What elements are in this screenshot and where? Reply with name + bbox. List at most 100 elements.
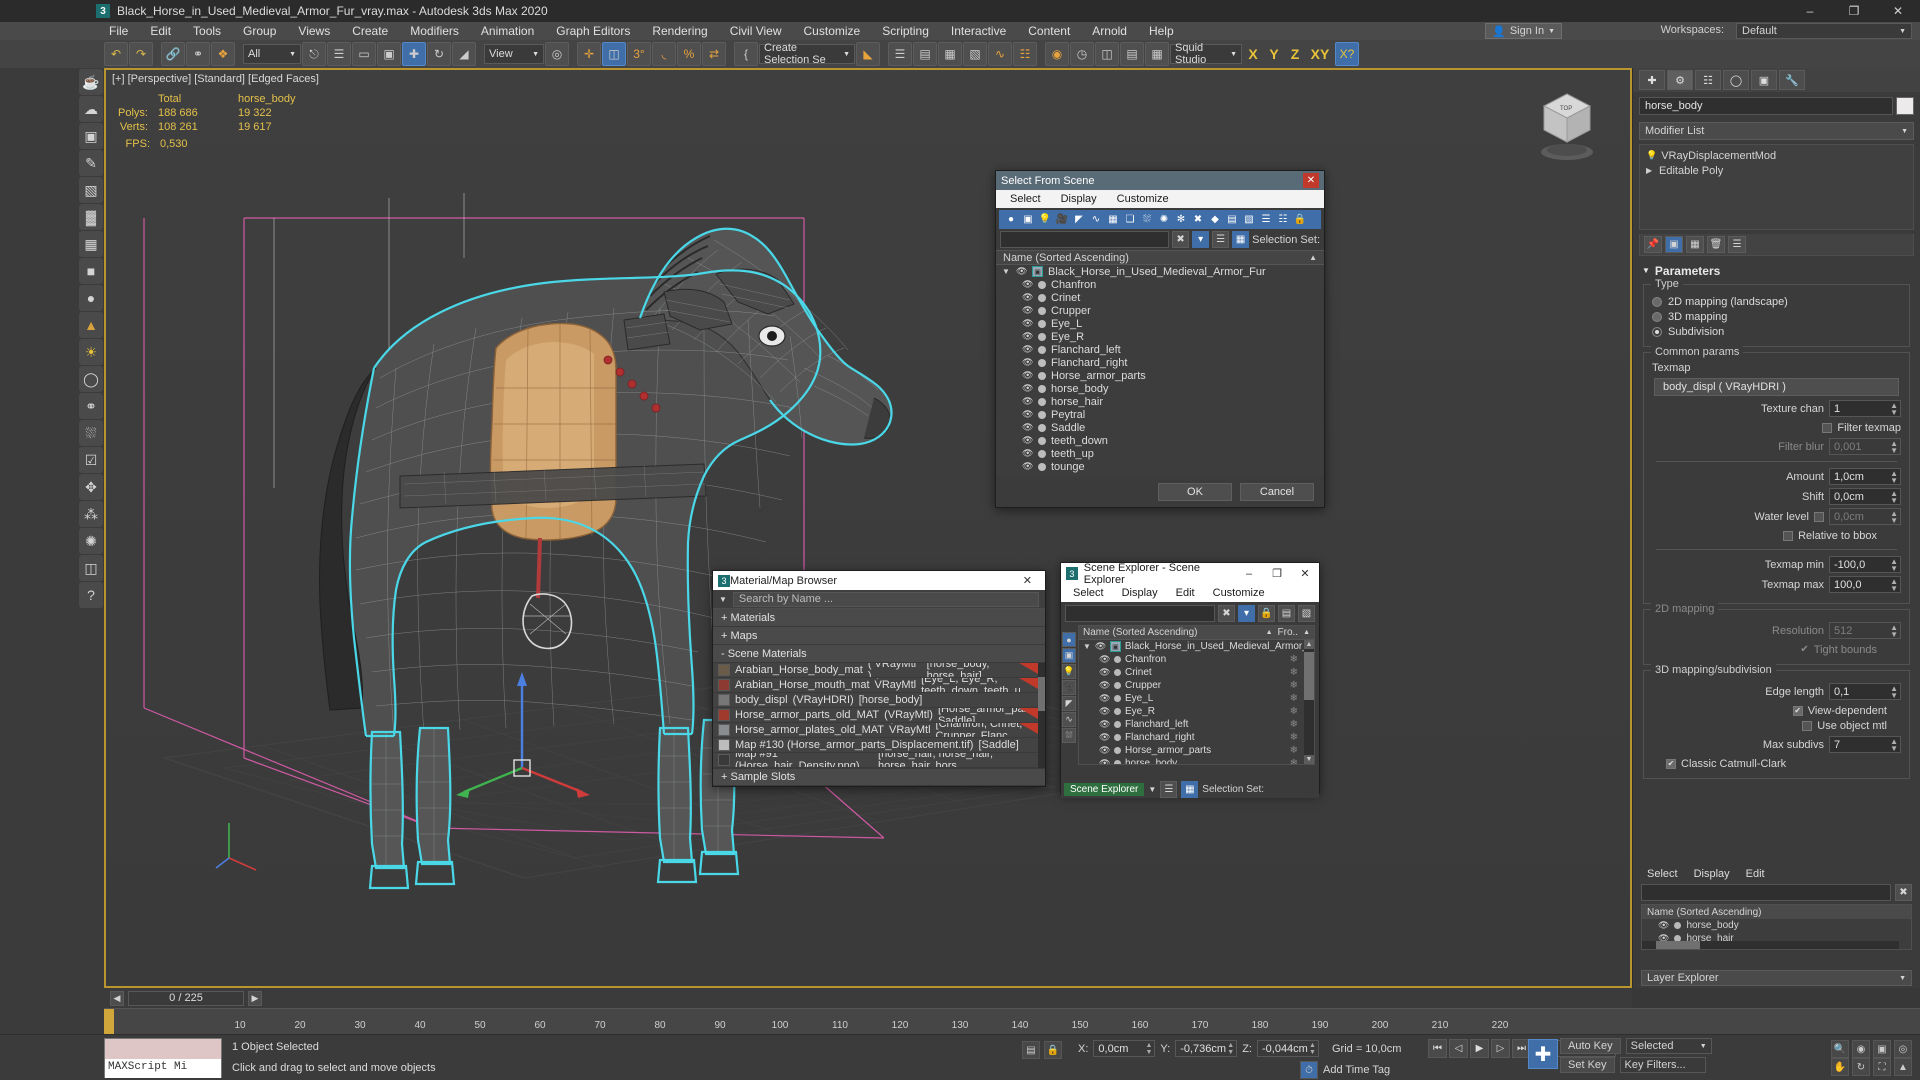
helper-icon[interactable]: ✥ [79,474,103,500]
spacewarps-filter-icon[interactable]: ∿ [1062,712,1076,727]
chevron-down-icon[interactable]: ▼ [719,595,727,604]
spinner-arrows-icon[interactable]: ▲▼ [1309,1042,1316,1056]
snowflake-icon[interactable]: ❄ [1290,667,1298,678]
snaps-toggle-button[interactable]: ◫ [602,42,626,66]
prev-frame-button[interactable]: ◀ [110,990,124,1006]
dialog-search-input[interactable] [1000,231,1170,248]
ribbon-toggle-button[interactable]: ▧ [963,42,987,66]
se-list-header[interactable]: Name (Sorted Ascending) ▲ Fro.. ▲ [1079,626,1314,640]
amount-spinner[interactable]: 1,0cm ▲ ▼ [1829,468,1901,485]
snowflake-icon[interactable]: ❄ [1290,745,1298,756]
help-icon[interactable]: ? [79,582,103,608]
eye-icon[interactable]: 👁 [1022,305,1033,316]
sun-icon[interactable]: ☀ [79,339,103,365]
spinner-snap-toggle-button[interactable]: % [677,42,701,66]
checker-icon[interactable]: ▦ [79,231,103,257]
eye-icon[interactable]: 👁 [1022,318,1033,329]
material-map-browser[interactable]: 3 Material/Map Browser ✕ ▼ Search by Nam… [712,570,1046,787]
link-icon[interactable]: ⚭ [79,393,103,419]
se-tree-row[interactable]: 👁 Eye_R ❄ [1079,705,1314,718]
se-tree-row[interactable]: 👁 Horse_armor_parts ❄ [1079,744,1314,757]
select-and-rotate-button[interactable]: ↻ [427,42,451,66]
chevron-down-icon[interactable]: ▼ [1002,267,1011,276]
axis-constraint-z[interactable]: Z [1285,42,1305,66]
circle-icon[interactable]: ◯ [79,366,103,392]
spinner-arrows-icon[interactable]: ▲▼ [1890,440,1898,455]
layers-icon[interactable]: ◫ [79,555,103,581]
se-status-tag[interactable]: Scene Explorer [1064,782,1145,796]
modifier-stack-item[interactable]: 💡 VRayDisplacementMod [1640,148,1913,163]
cp-explorer-row[interactable]: 👁 horse_body [1642,919,1911,932]
axis-constraint-x[interactable]: X [1243,42,1263,66]
shift-spinner[interactable]: 0,0cm ▲ ▼ [1829,488,1901,505]
material-row[interactable]: Horse_armor_parts_old_MAT (VRayMtl) [Hor… [713,708,1045,723]
eye-icon[interactable]: 👁 [1022,448,1033,459]
particles-filter-icon[interactable]: ✺ [1156,212,1172,227]
cameras-filter-icon[interactable]: 🎥 [1054,212,1070,227]
cp-explorer-header[interactable]: Name (Sorted Ascending) [1642,905,1911,919]
texture-chan-spinner[interactable]: 1 ▲ ▼ [1829,400,1901,417]
curly-brace-icon[interactable]: { [734,42,758,66]
axis-constraint-y[interactable]: Y [1264,42,1284,66]
mmb-group-sample-slots[interactable]: + Sample Slots [713,768,1045,786]
material-row[interactable]: Horse_armor_plates_old_MAT ( VRayMtl ) [… [713,723,1045,738]
spinner-arrows-icon[interactable]: ▲▼ [1227,1042,1234,1056]
spacewarps-filter-icon[interactable]: ∿ [1088,212,1104,227]
tab-utilities[interactable]: 🔧 [1779,70,1805,90]
render-preset-combo[interactable]: Squid Studio ▼ [1170,42,1242,66]
close-icon[interactable]: ✕ [1303,173,1319,188]
cloud-icon[interactable]: ☁ [79,96,103,122]
viewport-label[interactable]: [+] [Perspective] [Standard] [Edged Face… [112,73,319,85]
maximize-button[interactable]: ❐ [1832,0,1876,22]
spinner-arrows-icon[interactable]: ▲▼ [1890,402,1898,417]
spinner-arrows-icon[interactable]: ▲▼ [1890,578,1898,593]
orbit-icon[interactable]: ↻ [1852,1058,1870,1076]
shapes-filter-icon[interactable]: ▣ [1062,648,1076,663]
select-and-scale-button[interactable]: ◢ [452,42,476,66]
coord-x-field[interactable]: 0,0cm ▲ ▼ [1093,1040,1156,1057]
eye-icon[interactable]: 👁 [1022,279,1033,290]
mmb-scrollbar-thumb[interactable] [1038,677,1045,711]
se-tree-row[interactable]: ▼ 👁 ▣ Black_Horse_in_Used_Medieval_Armor… [1079,640,1314,653]
cancel-button[interactable]: Cancel [1240,483,1314,501]
eye-icon[interactable]: 👁 [1095,641,1106,652]
se-tree[interactable]: Name (Sorted Ascending) ▲ Fro.. ▲ ▼ 👁 ▣ … [1078,625,1315,765]
menu-help[interactable]: Help [1138,22,1185,40]
perspective-viewport[interactable]: [+] [Perspective] [Standard] [Edged Face… [104,68,1632,988]
maxscript-input[interactable]: MAXScript Mi [105,1059,221,1078]
set-key-button[interactable]: Set Key [1560,1057,1615,1073]
next-frame-button[interactable]: ▶ [248,990,262,1006]
dialog-list-header[interactable]: Name (Sorted Ascending) ▲ [996,250,1324,265]
make-unique-icon[interactable]: ▦ [1686,236,1704,253]
zoom-icon[interactable]: 🔍 [1831,1040,1849,1058]
camera-icon[interactable]: ☑ [79,447,103,473]
spinner-arrows-icon[interactable]: ▲▼ [1890,558,1898,573]
tree-row[interactable]: 👁 Eye_R [996,330,1324,343]
select-from-scene-dialog[interactable]: Select From Scene ✕ Select Display Custo… [995,170,1325,508]
edit-named-selection-button[interactable]: ⇄ [702,42,726,66]
se-tree-row[interactable]: 👁 Chanfron ❄ [1079,653,1314,666]
brush-icon[interactable]: ✎ [79,150,103,176]
se-tree-row[interactable]: 👁 Crupper ❄ [1079,679,1314,692]
menu-civil-view[interactable]: Civil View [719,22,793,40]
unlink-button[interactable]: ⚭ [186,42,210,66]
viewcube[interactable]: TOP [1528,86,1606,164]
lock-selection-icon[interactable]: 🔒 [1044,1041,1062,1059]
none-filter-icon[interactable]: ✖ [1190,212,1206,227]
dialog-menu-select[interactable]: Select [1010,193,1041,205]
filter-icon[interactable]: ▾ [1238,605,1255,622]
previous-frame-button[interactable]: ◁ [1449,1039,1468,1058]
rendered-frame-window-button[interactable]: ◫ [1095,42,1119,66]
object-name-field[interactable]: horse_body [1639,97,1893,115]
eye-icon[interactable]: 👁 [1022,409,1033,420]
cp-explorer-list[interactable]: Name (Sorted Ascending) 👁 horse_body 👁 h… [1641,904,1912,950]
pin-stack-icon[interactable]: 📌 [1644,236,1662,253]
render-production-button[interactable]: ▤ [1120,42,1144,66]
spinner-arrows-icon[interactable]: ▲▼ [1890,685,1898,700]
modifier-list-combo[interactable]: Modifier List ▼ [1639,122,1914,140]
eye-icon[interactable]: 👁 [1022,331,1033,342]
maximize-viewport-icon[interactable]: ⛶ [1873,1058,1891,1076]
spinner-arrows-icon[interactable]: ▲▼ [1890,470,1898,485]
cameras-filter-icon[interactable]: 🎥 [1062,680,1076,695]
texmap-button[interactable]: body_displ ( VRayHDRI ) [1654,378,1899,396]
